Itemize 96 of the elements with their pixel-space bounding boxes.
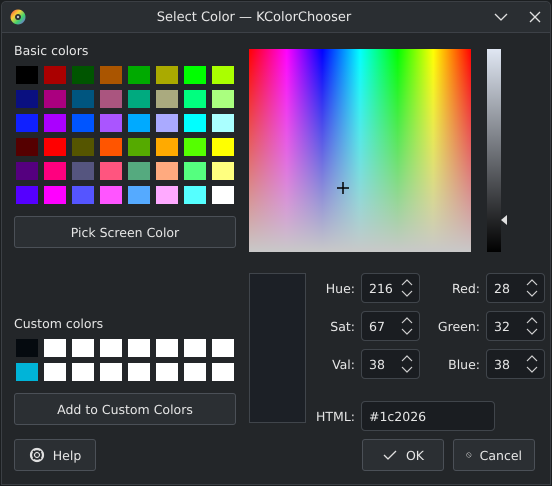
color-swatch[interactable] — [16, 90, 38, 108]
color-wheel-icon — [10, 9, 26, 25]
color-swatch[interactable] — [212, 363, 234, 381]
color-swatch[interactable] — [156, 138, 178, 156]
color-swatch[interactable] — [16, 66, 38, 84]
color-swatch[interactable] — [44, 114, 66, 132]
value-slider[interactable] — [487, 49, 509, 252]
field-label: Green: — [436, 318, 480, 334]
color-swatch[interactable] — [128, 114, 150, 132]
cancel-button[interactable]: Cancel — [453, 439, 535, 471]
color-swatch[interactable] — [72, 186, 94, 204]
color-swatch[interactable] — [128, 66, 150, 84]
color-swatch[interactable] — [184, 363, 206, 381]
color-swatch[interactable] — [184, 90, 206, 108]
color-swatch[interactable] — [44, 90, 66, 108]
ok-button[interactable]: OK — [362, 439, 444, 471]
color-swatch[interactable] — [16, 138, 38, 156]
spin-box[interactable]: 32 — [486, 311, 545, 341]
close-icon[interactable] — [528, 10, 542, 24]
field-label: Sat: — [329, 318, 355, 334]
section-label: Basic colors — [14, 43, 90, 58]
color-swatch[interactable] — [156, 114, 178, 132]
color-swatch[interactable] — [44, 363, 66, 381]
color-swatch[interactable] — [44, 339, 66, 357]
up-down-arrows-icon[interactable] — [401, 278, 413, 298]
color-swatch[interactable] — [128, 363, 150, 381]
color-swatch[interactable] — [128, 90, 150, 108]
color-swatch[interactable] — [100, 363, 122, 381]
color-swatch[interactable] — [44, 162, 66, 180]
color-swatch[interactable] — [16, 114, 38, 132]
field-label: Hue: — [324, 280, 355, 296]
color-swatch[interactable] — [128, 186, 150, 204]
color-swatch[interactable] — [16, 339, 38, 357]
color-swatch[interactable] — [100, 66, 122, 84]
color-swatch[interactable] — [72, 138, 94, 156]
color-swatch[interactable] — [128, 339, 150, 357]
lifebuoy-icon — [28, 447, 45, 463]
color-swatch[interactable] — [100, 162, 122, 180]
color-swatch[interactable] — [156, 66, 178, 84]
field-label: Red: — [451, 280, 480, 296]
spin-box[interactable]: 38 — [486, 349, 545, 379]
color-swatch[interactable] — [156, 162, 178, 180]
pick-screen-color-button[interactable]: Pick Screen Color — [14, 216, 236, 248]
color-swatch[interactable] — [184, 339, 206, 357]
color-swatch[interactable] — [184, 186, 206, 204]
color-swatch[interactable] — [184, 162, 206, 180]
color-swatch[interactable] — [128, 162, 150, 180]
color-swatch[interactable] — [184, 138, 206, 156]
field-label: Val: — [331, 356, 355, 372]
color-swatch[interactable] — [16, 363, 38, 381]
color-swatch[interactable] — [100, 114, 122, 132]
window-title: Select Color — KColorChooser — [156, 10, 352, 24]
color-swatch[interactable] — [156, 339, 178, 357]
up-down-arrows-icon[interactable] — [401, 354, 413, 374]
spin-box[interactable]: 28 — [486, 273, 545, 303]
color-swatch[interactable] — [72, 114, 94, 132]
spin-box[interactable]: 216 — [361, 273, 420, 303]
color-swatch[interactable] — [212, 138, 234, 156]
field-label: HTML: — [315, 408, 355, 424]
up-down-arrows-icon[interactable] — [526, 354, 538, 374]
color-swatch[interactable] — [16, 162, 38, 180]
color-swatch[interactable] — [184, 114, 206, 132]
help-button[interactable]: Help — [14, 439, 96, 471]
color-swatch[interactable] — [72, 339, 94, 357]
color-swatch[interactable] — [212, 186, 234, 204]
color-swatch[interactable] — [156, 363, 178, 381]
html-field[interactable]: #1c2026 — [361, 401, 495, 431]
color-swatch[interactable] — [212, 66, 234, 84]
color-swatch[interactable] — [212, 114, 234, 132]
color-swatch[interactable] — [212, 162, 234, 180]
up-down-arrows-icon[interactable] — [401, 316, 413, 336]
color-swatch[interactable] — [156, 186, 178, 204]
color-swatch[interactable] — [44, 66, 66, 84]
up-down-arrows-icon[interactable] — [526, 278, 538, 298]
add-to-custom-colors-button[interactable]: Add to Custom Colors — [14, 393, 236, 425]
section-label: Custom colors — [14, 316, 104, 331]
color-swatch[interactable] — [72, 66, 94, 84]
color-swatch[interactable] — [100, 186, 122, 204]
color-swatch[interactable] — [184, 66, 206, 84]
up-down-arrows-icon[interactable] — [526, 316, 538, 336]
color-swatch[interactable] — [44, 186, 66, 204]
color-swatch[interactable] — [16, 186, 38, 204]
color-swatch[interactable] — [100, 90, 122, 108]
color-swatch[interactable] — [212, 339, 234, 357]
spin-box[interactable]: 67 — [361, 311, 420, 341]
field-label: Blue: — [447, 356, 480, 372]
color-swatch[interactable] — [100, 339, 122, 357]
color-swatch[interactable] — [72, 162, 94, 180]
color-swatch[interactable] — [100, 138, 122, 156]
spin-box[interactable]: 38 — [361, 349, 420, 379]
color-swatch[interactable] — [156, 90, 178, 108]
color-swatch[interactable] — [212, 90, 234, 108]
color-swatch[interactable] — [72, 90, 94, 108]
color-swatch[interactable] — [128, 138, 150, 156]
color-swatch[interactable] — [44, 138, 66, 156]
color-swatch[interactable] — [72, 363, 94, 381]
